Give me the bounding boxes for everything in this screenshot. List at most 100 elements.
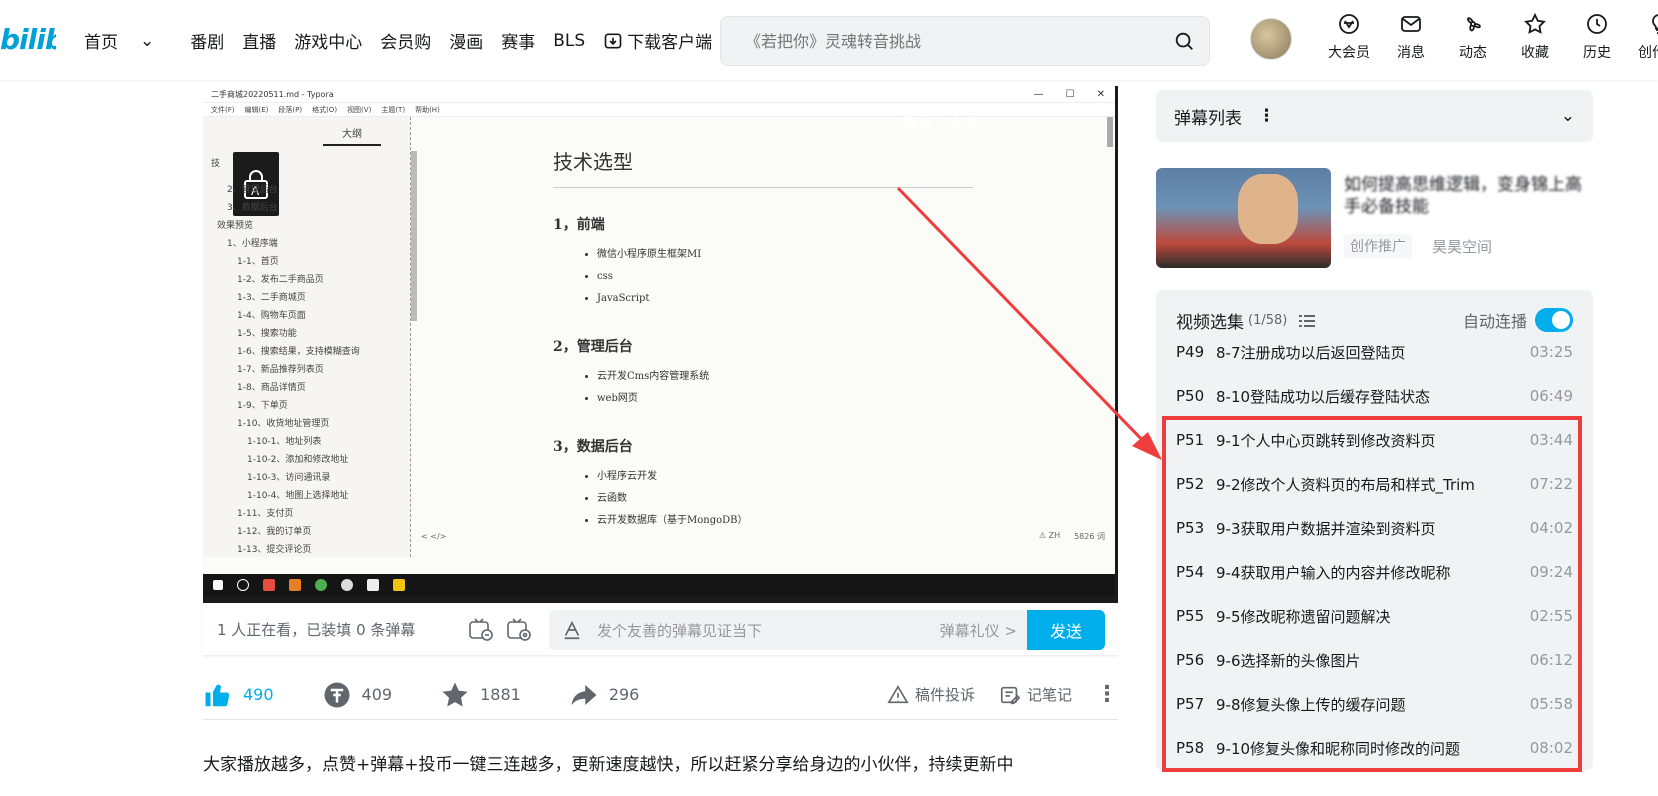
nav-game-center[interactable]: 游戏中心 [294,28,362,53]
danmaku-input[interactable]: 发个友善的弹幕见证当下 [597,620,940,641]
list-view-icon[interactable] [1297,311,1317,331]
main-nav: 首页 ⌄ 番剧 直播 游戏中心 会员购 漫画 赛事 BLS 下载客户端 [84,28,748,54]
document-scrollbar [1107,117,1113,147]
nav-download-client[interactable]: 下载客户端 [603,28,730,53]
list-item[interactable]: P54 9-4获取用户输入的内容并修改昵称 09:24 [1156,550,1593,594]
nav-vip[interactable]: 大会员 [1318,12,1380,62]
nav-member-shop[interactable]: 会员购 [380,28,431,53]
chevron-down-icon: ⌄ [140,30,155,51]
doc-title: 技术选型 [553,146,973,188]
taskbar-search-icon [237,579,249,591]
share-icon [571,684,597,705]
danmaku-etiquette-link[interactable]: 弹幕礼仪 > [940,620,1017,641]
promo-tag: 创作推广 [1344,234,1412,258]
typora-titlebar: 二手商城20220511.md - Typora — ☐ ✕ [203,86,1115,103]
chevron-down-icon[interactable]: ⌄ [1561,106,1575,126]
more-options-icon[interactable]: ⋮ [1258,106,1275,126]
promoted-thumbnail[interactable] [1156,168,1331,268]
report-button[interactable]: 稿件投诉 [887,684,975,706]
video-player[interactable]: 二手商城20220511.md - Typora — ☐ ✕ 文件(F) 编辑(E)… [203,86,1118,603]
activity-icon [1467,17,1481,32]
list-item[interactable]: P50 8-10登陆成功以后缓存登陆状态 06:49 [1156,374,1593,418]
list-item[interactable]: P57 9-8修复头像上传的缓存问题 05:58 [1156,682,1593,726]
search-input[interactable] [745,31,1173,51]
minimize-icon: — [1033,88,1044,100]
promo-owner[interactable]: 昊昊空间 [1432,236,1492,257]
danmaku-toggle-icon[interactable] [467,616,495,644]
nav-messages[interactable]: 消息 [1380,12,1442,62]
folder-icon [393,579,405,591]
wechat-icon [341,579,353,591]
user-nav: 大会员 消息 动态 收藏 历史 创作中 [1318,12,1658,62]
episode-list: P49 8-7注册成功以后返回登陆页 03:25 P50 8-10登陆成功以后缓存登陆… [1156,330,1593,770]
bulb-icon [1652,14,1658,34]
notes-icon [1000,686,1021,704]
right-sidebar: 弹幕列表 ⋮ ⌄ 如何提高思维逻辑，变身锦上高手必备技能 创作推广 昊昊空间 视… [1156,90,1593,770]
danmaku-settings-icon[interactable] [505,616,533,644]
video-frame-typora: 二手商城20220511.md - Typora — ☐ ✕ 文件(F) 编辑(E)… [203,86,1115,574]
nav-manga[interactable]: 漫画 [449,28,483,53]
notes-button[interactable]: 记笔记 [999,684,1072,706]
list-item[interactable]: P49 8-7注册成功以后返回登陆页 03:25 [1156,330,1593,374]
autoplay-toggle[interactable] [1535,308,1573,332]
like-button[interactable]: 490 [203,680,274,710]
coin-button[interactable]: 409 [322,680,392,710]
autoplay-control: 自动连播 [1463,308,1573,332]
star-icon [442,682,468,706]
nav-creator[interactable]: 创作中 [1628,12,1658,62]
nav-favorites[interactable]: 收藏 [1504,12,1566,62]
windows-taskbar [203,574,1115,596]
close-icon: ✕ [1096,88,1105,100]
nav-live[interactable]: 直播 [242,28,276,53]
taskbar-app-icon [289,579,301,591]
nav-bls[interactable]: BLS [553,28,585,53]
video-playlist: 视频选集 (1/58) 自动连播 P49 8-7注册成功以后返回登陆页 03:25 … [1156,290,1593,770]
maximize-icon: ☐ [1065,88,1075,100]
user-avatar[interactable] [1250,18,1292,60]
coin-icon [324,682,350,707]
video-description: 大家播放越多，点赞+弹幕+投币一键三连越多，更新速度越快，所以赶紧分享给身边的小… [203,755,1014,775]
chrome-icon [315,579,327,591]
bilibili-logo[interactable]: bilibili [0,22,56,58]
clock-icon [1587,14,1607,34]
typora-icon [367,579,379,591]
outline-header: 大纲 [323,125,381,146]
list-item[interactable]: P52 9-2修改个人资料页的布局和样式_Trim 07:22 [1156,462,1593,506]
danmaku-input-box: 发个友善的弹幕见证当下 弹幕礼仪 > 发送 [549,610,1105,650]
list-item[interactable]: P58 9-10修复头像和昵称同时修改的问题 08:02 [1156,726,1593,770]
nav-events[interactable]: 赛事 [501,28,535,53]
nav-anime[interactable]: 番剧 [190,28,224,53]
viewer-count: 1 人正在看，已装填 0 条弹幕 [217,621,416,639]
send-danmaku-button[interactable]: 发送 [1027,610,1105,650]
font-style-icon[interactable] [561,619,583,641]
share-button[interactable]: 296 [569,680,639,710]
list-item[interactable]: P51 9-1个人中心页跳转到修改资料页 03:44 [1156,418,1593,462]
video-actions: 490 409 1881 296 稿件投诉 记笔记 ⋮ [203,676,1118,720]
download-icon [604,33,622,48]
nav-home[interactable]: 首页 ⌄ [84,28,172,54]
list-item[interactable]: P55 9-5修改昵称遗留问题解决 02:55 [1156,594,1593,638]
outline-scrollbar [411,151,417,321]
top-header: bilibili 首页⌄ 番剧 直播 游戏中心 会员购 漫画 赛事 BLS 下载… [0,0,1658,80]
danmaku-bar: 1 人正在看，已装填 0 条弹幕 发个友善的弹幕见证当下 弹幕礼仪 > 发送 [203,604,1118,656]
list-item[interactable]: P56 9-6选择新的头像图片 06:12 [1156,638,1593,682]
message-icon [1401,16,1421,32]
video-watermark: 编程小石头 [903,112,984,130]
typora-outline: 大纲 A 技 2、管理后台 3、数据后台 效果预览 1、小程序端 1-1、首页 … [203,117,411,557]
outline-list: 技 2、管理后台 3、数据后台 效果预览 1、小程序端 1-1、首页 1-2、发… [211,159,360,555]
warning-icon [887,684,909,703]
windows-start-icon [213,580,223,590]
list-item[interactable]: P53 9-3获取用户数据并渲染到资料页 04:02 [1156,506,1593,550]
favorite-button[interactable]: 1881 [440,680,521,710]
nav-history[interactable]: 历史 [1566,12,1628,62]
danmaku-list-header[interactable]: 弹幕列表 ⋮ ⌄ [1156,90,1593,142]
typora-document: 技术选型 1，前端 微信小程序原生框架MI css JavaScript 2，管… [553,146,973,532]
promoted-video-card[interactable]: 如何提高思维逻辑，变身锦上高手必备技能 创作推广 昊昊空间 [1156,168,1593,268]
warning-icon: ⚠ ZH [1038,530,1061,540]
more-options-icon[interactable]: ⋮ [1096,682,1118,707]
thumbs-up-icon [205,684,230,706]
nav-activity[interactable]: 动态 [1442,12,1504,62]
taskbar-app-icon [263,579,275,591]
search-icon[interactable] [1173,30,1195,52]
promoted-title[interactable]: 如何提高思维逻辑，变身锦上高手必备技能 [1344,174,1584,218]
